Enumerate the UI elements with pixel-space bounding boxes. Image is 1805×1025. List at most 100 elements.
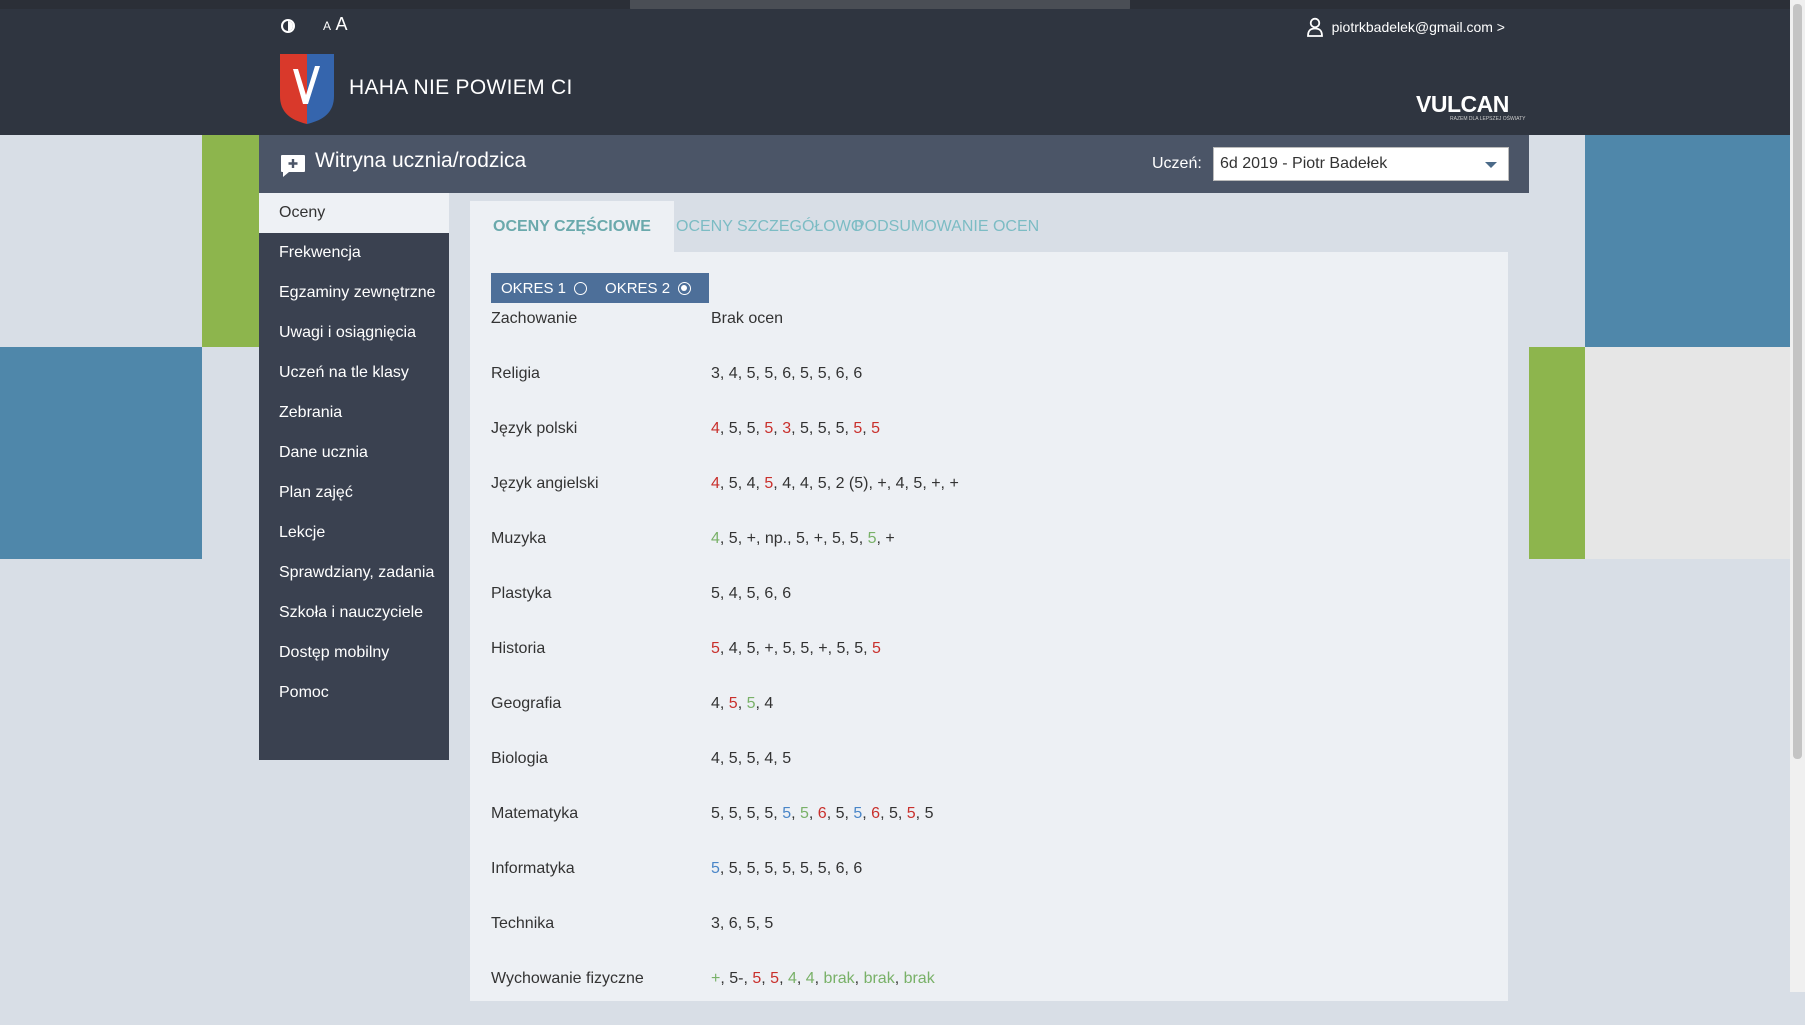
- grade-value[interactable]: 4: [764, 750, 773, 767]
- grade-value[interactable]: 5: [729, 750, 738, 767]
- grade-value[interactable]: 5: [747, 640, 756, 657]
- grade-value[interactable]: 6: [729, 915, 738, 932]
- grade-value[interactable]: 5: [747, 805, 756, 822]
- grade-value[interactable]: np.: [765, 530, 787, 547]
- period-option[interactable]: OKRES 2: [605, 280, 692, 297]
- sidebar-item[interactable]: Uczeń na tle klasy: [259, 353, 449, 393]
- grade-value[interactable]: 5: [853, 805, 862, 822]
- grade-value[interactable]: 5: [796, 530, 805, 547]
- grade-value[interactable]: 4: [711, 475, 720, 492]
- grade-value[interactable]: 4: [711, 530, 720, 547]
- grade-value[interactable]: brak: [904, 970, 935, 987]
- grade-value[interactable]: 4: [729, 585, 738, 602]
- sidebar-item[interactable]: Dostęp mobilny: [259, 633, 449, 673]
- grade-value[interactable]: 6: [853, 860, 862, 877]
- grade-value[interactable]: +: [814, 530, 823, 547]
- sidebar-item[interactable]: Dane ucznia: [259, 433, 449, 473]
- grade-value[interactable]: Brak ocen: [711, 310, 783, 327]
- grade-value[interactable]: 3: [711, 365, 720, 382]
- grade-value[interactable]: 5: [764, 475, 773, 492]
- grade-value[interactable]: 4: [711, 420, 720, 437]
- grade-value[interactable]: 5: [764, 420, 773, 437]
- grade-value[interactable]: 5: [854, 640, 863, 657]
- grade-value[interactable]: 2 (5): [836, 475, 869, 492]
- grade-value[interactable]: +: [747, 530, 756, 547]
- grade-value[interactable]: 5: [711, 805, 720, 822]
- grade-value[interactable]: 5: [853, 420, 862, 437]
- grade-value[interactable]: 6: [782, 365, 791, 382]
- grade-value[interactable]: 5: [782, 860, 791, 877]
- font-big-label[interactable]: A: [335, 14, 347, 34]
- grade-value[interactable]: 4: [800, 475, 809, 492]
- grade-value[interactable]: 4: [747, 475, 756, 492]
- grade-value[interactable]: 5: [889, 805, 898, 822]
- grade-value[interactable]: 5: [747, 750, 756, 767]
- grade-value[interactable]: 5: [836, 805, 845, 822]
- scrollbar-thumb[interactable]: [1793, 4, 1802, 759]
- grade-value[interactable]: brak: [824, 970, 855, 987]
- grade-value[interactable]: 5: [836, 640, 845, 657]
- period-label[interactable]: OKRES 1: [501, 280, 566, 297]
- grade-value[interactable]: 4: [729, 640, 738, 657]
- sidebar-item[interactable]: Zebrania: [259, 393, 449, 433]
- grade-value[interactable]: 4: [729, 365, 738, 382]
- page-scrollbar[interactable]: [1790, 0, 1805, 992]
- grade-value[interactable]: 5: [800, 805, 809, 822]
- grade-value[interactable]: 5: [913, 475, 922, 492]
- grade-value[interactable]: 5: [764, 365, 773, 382]
- grade-value[interactable]: 6: [764, 585, 773, 602]
- sidebar-item[interactable]: Uwagi i osiągnięcia: [259, 313, 449, 353]
- student-select-value[interactable]: 6d 2019 - Piotr Badełek: [1220, 155, 1387, 172]
- dropdown-arrow-icon[interactable]: [1485, 162, 1497, 168]
- grade-value[interactable]: 5: [782, 750, 791, 767]
- grade-value[interactable]: 3: [782, 420, 791, 437]
- grade-value[interactable]: +: [711, 970, 720, 987]
- grade-value[interactable]: 5: [747, 915, 756, 932]
- grade-value[interactable]: 5: [818, 475, 827, 492]
- grade-value[interactable]: 5: [800, 860, 809, 877]
- grade-value[interactable]: +: [931, 475, 940, 492]
- grade-value[interactable]: 5: [729, 805, 738, 822]
- grade-value[interactable]: 3: [711, 915, 720, 932]
- grade-value[interactable]: 5: [925, 805, 934, 822]
- grade-value[interactable]: 5: [747, 365, 756, 382]
- contrast-toggle-icon[interactable]: [281, 19, 295, 33]
- grade-value[interactable]: 5: [783, 640, 792, 657]
- font-small-label[interactable]: A: [323, 19, 331, 33]
- user-email[interactable]: piotrkbadelek@gmail.com >: [1332, 19, 1505, 35]
- grade-value[interactable]: 5: [871, 420, 880, 437]
- grade-value[interactable]: 5: [832, 530, 841, 547]
- grade-value[interactable]: 6: [853, 365, 862, 382]
- grade-value[interactable]: 6: [836, 860, 845, 877]
- grade-value[interactable]: 5: [747, 420, 756, 437]
- grade-value[interactable]: 5: [782, 805, 791, 822]
- grade-value[interactable]: 5: [764, 805, 773, 822]
- grade-value[interactable]: 5: [729, 695, 738, 712]
- user-account-link[interactable]: piotrkbadelek@gmail.com >: [1306, 17, 1505, 37]
- grade-value[interactable]: 4: [711, 695, 720, 712]
- grade-value[interactable]: 4: [782, 475, 791, 492]
- sidebar-item[interactable]: Egzaminy zewnętrzne: [259, 273, 449, 313]
- tab-2[interactable]: PODSUMOWANIE OCEN: [831, 201, 1062, 252]
- sidebar-item[interactable]: Szkoła i nauczyciele: [259, 593, 449, 633]
- student-select[interactable]: 6d 2019 - Piotr Badełek: [1213, 147, 1509, 181]
- grade-value[interactable]: 5: [747, 585, 756, 602]
- sidebar-item[interactable]: Pomoc: [259, 673, 449, 713]
- sidebar-item[interactable]: Frekwencja: [259, 233, 449, 273]
- grade-value[interactable]: 5: [800, 420, 809, 437]
- grade-value[interactable]: 5: [868, 530, 877, 547]
- grade-value[interactable]: 5: [836, 420, 845, 437]
- grade-value[interactable]: 4: [896, 475, 905, 492]
- grade-value[interactable]: 5: [729, 530, 738, 547]
- grade-value[interactable]: 5: [818, 860, 827, 877]
- grade-value[interactable]: 6: [818, 805, 827, 822]
- grade-value[interactable]: 5: [729, 860, 738, 877]
- grade-value[interactable]: 5: [747, 695, 756, 712]
- grade-value[interactable]: 5: [770, 970, 779, 987]
- grade-value[interactable]: 5: [907, 805, 916, 822]
- radio-icon[interactable]: [678, 281, 692, 295]
- grade-value[interactable]: 4: [764, 695, 773, 712]
- tab-0[interactable]: OCENY CZĘŚCIOWE: [470, 201, 674, 252]
- grade-value[interactable]: 5: [800, 365, 809, 382]
- grade-value[interactable]: 5: [711, 640, 720, 657]
